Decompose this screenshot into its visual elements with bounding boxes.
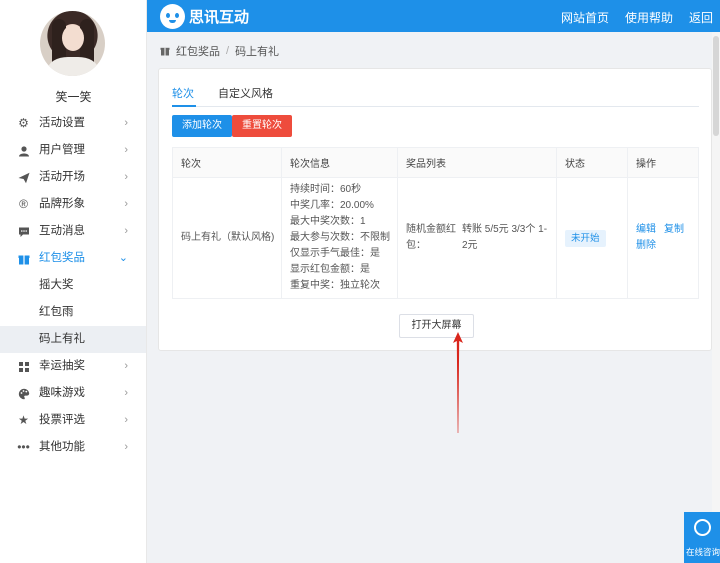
- chevron-right-icon: ›: [124, 117, 128, 129]
- grid-icon: [17, 360, 30, 373]
- reset-round-button[interactable]: 重置轮次: [232, 115, 292, 137]
- chevron-right-icon: ›: [124, 414, 128, 426]
- column-header: 奖品列表: [397, 147, 557, 178]
- status-badge: 未开始: [565, 229, 606, 247]
- chevron-right-icon: ›: [124, 198, 128, 210]
- avatar-face: [62, 25, 84, 51]
- brand-name: 思讯互动: [189, 9, 250, 26]
- user-icon: [17, 144, 30, 157]
- add-round-button[interactable]: 添加轮次: [172, 115, 232, 137]
- content-card: 轮次 自定义风格 添加轮次 重置轮次 轮次 轮次信息 奖品列表 状态 操作 码上…: [158, 68, 712, 351]
- star-icon: ★: [18, 413, 29, 427]
- sidebar-item-activity-opening[interactable]: 活动开场 ›: [0, 164, 146, 191]
- sidebar-item-label: 品牌形象: [39, 198, 85, 210]
- tab-rounds[interactable]: 轮次: [172, 85, 194, 101]
- sidebar-item-red-packet-prizes[interactable]: 红包奖品 ⌄: [0, 245, 146, 272]
- headset-icon: [694, 519, 711, 536]
- breadcrumb-separator: /: [226, 45, 230, 57]
- sidebar-item-brand-image[interactable]: ® 品牌形象 ›: [0, 191, 146, 218]
- sidebar-item-label: 投票评选: [39, 414, 85, 426]
- more-icon: •••: [17, 440, 30, 454]
- gift-icon: [17, 252, 30, 265]
- table-row: 码上有礼（默认风格) 持续时间：60秒 中奖几率：20.00% 最大中奖次数：1…: [172, 177, 699, 299]
- info-line: 仅显示手气最佳：是: [290, 248, 380, 259]
- sidebar-item-fun-games[interactable]: 趣味游戏 ›: [0, 380, 146, 407]
- sidebar-item-voting[interactable]: ★ 投票评选 ›: [0, 407, 146, 434]
- sidebar-subitem-code-gift[interactable]: 码上有礼: [0, 326, 146, 353]
- round-name-cell: 码上有礼（默认风格): [172, 177, 282, 299]
- table-header-row: 轮次 轮次信息 奖品列表 状态 操作: [172, 147, 699, 178]
- avatar[interactable]: [40, 11, 105, 76]
- send-icon: [17, 171, 30, 184]
- prize-detail: 转账 5/5元 3/3个 1-2元: [462, 224, 548, 251]
- sidebar-item-lucky-draw[interactable]: 幸运抽奖 ›: [0, 353, 146, 380]
- info-line: 重复中奖：独立轮次: [290, 280, 380, 291]
- sidebar-item-label: 活动开场: [39, 171, 85, 183]
- tab-bar: 轮次 自定义风格: [172, 85, 699, 107]
- edit-link[interactable]: 编辑: [636, 224, 656, 235]
- info-line: 中奖几率：20.00%: [290, 200, 374, 211]
- sidebar-item-other-functions[interactable]: ••• 其他功能 ›: [0, 434, 146, 461]
- delete-link[interactable]: 删除: [636, 240, 656, 251]
- rounds-table: 轮次 轮次信息 奖品列表 状态 操作 码上有礼（默认风格) 持续时间：60秒 中…: [172, 147, 699, 299]
- column-header: 轮次: [172, 147, 282, 178]
- sidebar-item-label: 互动消息: [39, 225, 85, 237]
- sidebar-item-label: 用户管理: [39, 144, 85, 156]
- sidebar-item-label: 幸运抽奖: [39, 360, 85, 372]
- chevron-right-icon: ›: [124, 171, 128, 183]
- avatar-body: [48, 57, 98, 76]
- online-consult-button[interactable]: 在线咨询: [684, 512, 720, 563]
- sidebar-menu: ⚙ 活动设置 › 用户管理 › 活动开场 › ® 品牌形象 › 互动消息 › 红…: [0, 110, 146, 461]
- sidebar-item-activity-settings[interactable]: ⚙ 活动设置 ›: [0, 110, 146, 137]
- copy-link[interactable]: 复制: [664, 224, 684, 235]
- prize-list-cell: 随机金额红包： 转账 5/5元 3/3个 1-2元: [397, 177, 557, 299]
- info-line: 持续时间：60秒: [290, 184, 362, 195]
- chevron-right-icon: ›: [124, 441, 128, 453]
- gift-icon: [160, 46, 170, 56]
- sidebar-item-interactive-messages[interactable]: 互动消息 ›: [0, 218, 146, 245]
- sidebar-item-label: 活动设置: [39, 117, 85, 129]
- info-line: 最大参与次数：不限制: [290, 232, 390, 243]
- status-cell: 未开始: [556, 177, 628, 299]
- sidebar-item-label: 红包奖品: [39, 252, 85, 264]
- round-info-cell: 持续时间：60秒 中奖几率：20.00% 最大中奖次数：1 最大参与次数：不限制…: [281, 177, 398, 299]
- column-header: 状态: [556, 147, 628, 178]
- sidebar-item-label: 趣味游戏: [39, 387, 85, 399]
- chevron-right-icon: ›: [124, 225, 128, 237]
- info-line: 最大中奖次数：1: [290, 216, 366, 227]
- logo-icon: [160, 4, 185, 29]
- online-consult-label: 在线咨询: [686, 547, 720, 557]
- scrollbar-thumb[interactable]: [713, 36, 719, 136]
- active-tab-indicator: [172, 105, 196, 107]
- annotation-arrow-icon: [453, 332, 463, 433]
- breadcrumb: 红包奖品 / 码上有礼: [160, 43, 279, 59]
- breadcrumb-current: 码上有礼: [235, 46, 280, 58]
- operations-cell: 编辑 复制 删除: [627, 177, 699, 299]
- chevron-right-icon: ›: [124, 387, 128, 399]
- nav-help-link[interactable]: 使用帮助: [625, 9, 673, 26]
- sidebar-item-label: 其他功能: [39, 441, 85, 453]
- breadcrumb-item[interactable]: 红包奖品: [176, 43, 220, 59]
- sidebar-subitem-red-packet-rain[interactable]: 红包雨: [0, 299, 146, 326]
- registered-icon: ®: [19, 197, 28, 211]
- top-header: 思讯互动 网站首页 使用帮助 返回: [147, 0, 720, 32]
- chevron-right-icon: ›: [124, 144, 128, 156]
- palette-icon: [17, 387, 30, 400]
- tab-custom-style[interactable]: 自定义风格: [218, 85, 273, 101]
- prize-type: 随机金额红包：: [406, 224, 456, 251]
- chevron-right-icon: ›: [124, 360, 128, 372]
- username: 笑一笑: [55, 90, 92, 104]
- column-header: 操作: [627, 147, 699, 178]
- nav-home-link[interactable]: 网站首页: [561, 9, 609, 26]
- column-header: 轮次信息: [281, 147, 398, 178]
- message-icon: [17, 225, 30, 238]
- nav-back-link[interactable]: 返回: [689, 9, 713, 26]
- gear-icon: ⚙: [18, 116, 29, 130]
- chevron-down-icon: ⌄: [118, 252, 128, 264]
- info-line: 显示红包金额：是: [290, 264, 370, 275]
- sidebar: 笑一笑 ⚙ 活动设置 › 用户管理 › 活动开场 › ® 品牌形象 › 互动消息…: [0, 0, 147, 563]
- sidebar-item-user-management[interactable]: 用户管理 ›: [0, 137, 146, 164]
- sidebar-subitem-shake-prize[interactable]: 摇大奖: [0, 272, 146, 299]
